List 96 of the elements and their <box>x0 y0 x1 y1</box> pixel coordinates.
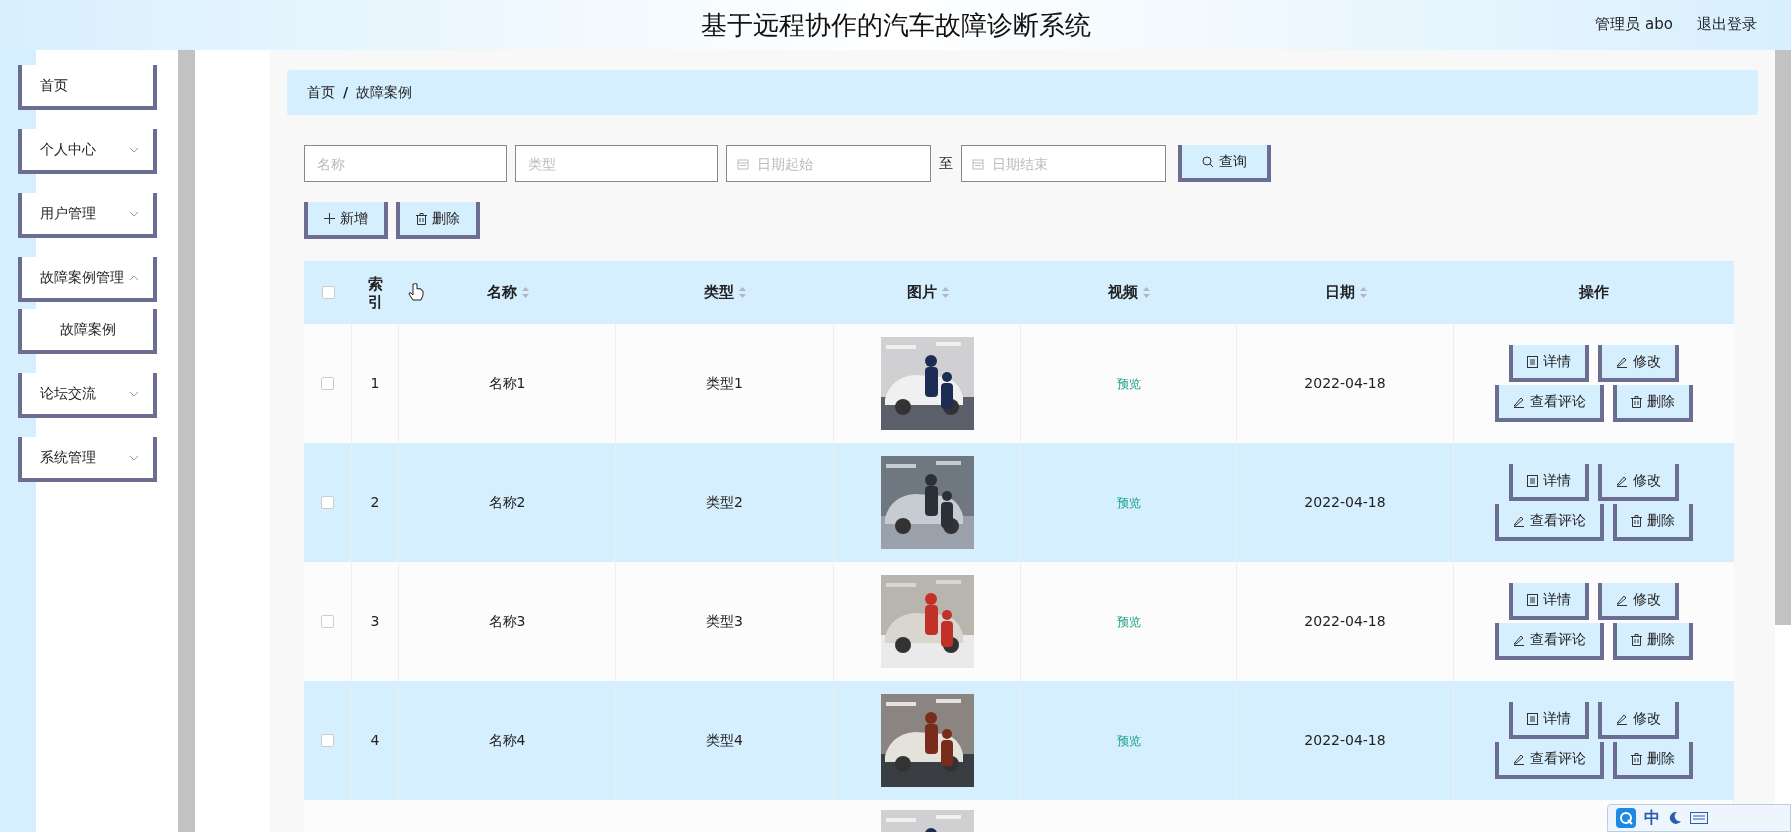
checkbox[interactable] <box>321 286 335 299</box>
chevron-icon <box>129 275 139 281</box>
sidebar-item[interactable]: 个人中心 <box>18 129 157 174</box>
date-field[interactable]: 日期结束 <box>961 145 1166 182</box>
chevron-icon <box>129 455 139 461</box>
table-cell-text: 2022-04-18 <box>1304 374 1386 393</box>
comments-button[interactable]: 查看评论 <box>1495 385 1604 422</box>
pencil-icon <box>1513 514 1525 527</box>
detail-button[interactable]: 详情 <box>1509 464 1589 501</box>
comments-button[interactable]: 查看评论 <box>1495 623 1604 660</box>
range-label: 至 <box>939 154 953 173</box>
table-cell-text: 类型3 <box>706 612 743 631</box>
trash-icon <box>1631 752 1642 765</box>
table-cell-text: 名称3 <box>488 612 526 631</box>
table-cell-text: 2022-04-18 <box>1304 612 1386 631</box>
date-field[interactable]: 日期起始 <box>726 145 931 182</box>
search-icon <box>1202 155 1214 168</box>
checkbox[interactable] <box>321 377 334 390</box>
chevron-icon <box>129 391 139 397</box>
detail-button[interactable]: 详情 <box>1509 583 1589 620</box>
table-cell-text: 1 <box>370 374 380 393</box>
detail-button[interactable]: 详情 <box>1509 702 1589 739</box>
document-icon <box>1527 593 1538 606</box>
breadcrumb-separator: / <box>343 83 349 102</box>
document-icon <box>1527 712 1538 725</box>
delete-button[interactable]: 删除 <box>396 202 480 239</box>
column-header[interactable]: 图片 <box>906 281 937 304</box>
sort-icon[interactable] <box>1143 287 1150 298</box>
checkbox[interactable] <box>321 734 334 747</box>
sidebar-item[interactable]: 首页 <box>18 65 157 110</box>
table-cell-text: 名称2 <box>488 493 526 512</box>
sidebar-item[interactable]: 故障案例管理 <box>18 257 157 302</box>
trash-icon <box>1631 514 1642 527</box>
table-cell-text: 2 <box>370 493 380 512</box>
column-header[interactable]: 名称 <box>486 281 517 304</box>
pencil-icon <box>1513 633 1525 646</box>
logout-link[interactable]: 退出登录 <box>1697 13 1757 36</box>
checkbox[interactable] <box>321 615 334 628</box>
document-icon <box>1527 355 1538 368</box>
pencil-icon <box>1616 712 1628 725</box>
add-button[interactable]: 新增 <box>304 202 388 239</box>
sidebar-item[interactable]: 系统管理 <box>18 437 157 482</box>
edit-button[interactable]: 修改 <box>1598 464 1679 501</box>
trash-icon <box>416 212 427 225</box>
table-cell-text: 4 <box>370 731 380 750</box>
trash-icon <box>1631 395 1642 408</box>
user-label: 管理员 abo <box>1595 14 1673 35</box>
sort-icon[interactable] <box>521 287 529 298</box>
breadcrumb-item: 故障案例 <box>356 83 413 102</box>
chevron-icon <box>129 147 139 153</box>
sidebar-subitem[interactable]: 故障案例 <box>18 309 157 354</box>
checkbox[interactable] <box>321 496 334 509</box>
table-cell-text: 类型4 <box>706 731 743 750</box>
delete-button[interactable]: 删除 <box>1613 504 1693 541</box>
delete-button[interactable]: 删除 <box>1613 623 1693 660</box>
pencil-icon <box>1616 474 1628 487</box>
sort-icon[interactable] <box>739 287 746 298</box>
table-cell-text: 2022-04-18 <box>1304 731 1386 750</box>
table-cell-text: 名称4 <box>488 731 526 750</box>
input-field[interactable]: 名称 <box>304 145 507 182</box>
sidebar-item[interactable]: 用户管理 <box>18 193 157 238</box>
pencil-icon <box>1513 752 1525 765</box>
sort-icon[interactable] <box>1359 287 1367 298</box>
table-cell-text: 2022-04-18 <box>1304 493 1386 512</box>
scrollbar[interactable] <box>178 50 195 832</box>
comments-button[interactable]: 查看评论 <box>1495 504 1604 541</box>
column-header: 索引 <box>368 274 383 311</box>
table-cell-text: 3 <box>370 612 380 631</box>
search-button[interactable]: 查询 <box>1178 145 1271 182</box>
table-cell-text: 类型1 <box>706 374 743 393</box>
document-icon <box>1527 474 1538 487</box>
column-header[interactable]: 视频 <box>1108 281 1138 304</box>
plus-icon <box>324 213 335 224</box>
table-cell-text: 类型2 <box>706 493 743 512</box>
column-header[interactable]: 日期 <box>1324 281 1355 304</box>
pencil-icon <box>1616 593 1628 606</box>
edit-button[interactable]: 修改 <box>1598 583 1679 620</box>
delete-button[interactable]: 删除 <box>1613 742 1693 779</box>
sort-icon[interactable] <box>941 287 949 298</box>
sidebar-item[interactable]: 论坛交流 <box>18 373 157 418</box>
breadcrumb-item[interactable]: 首页 <box>307 82 335 103</box>
trash-icon <box>1631 633 1642 646</box>
column-header[interactable]: 类型 <box>704 281 734 304</box>
comments-button[interactable]: 查看评论 <box>1495 742 1604 779</box>
scrollbar[interactable] <box>1775 50 1791 625</box>
table-cell-text: 名称1 <box>488 374 526 393</box>
edit-button[interactable]: 修改 <box>1598 702 1679 739</box>
column-header: 操作 <box>1579 282 1609 304</box>
input-field[interactable]: 类型 <box>515 145 718 182</box>
pencil-icon <box>1513 395 1525 408</box>
delete-button[interactable]: 删除 <box>1613 385 1693 422</box>
pencil-icon <box>1616 355 1628 368</box>
chevron-icon <box>129 211 139 217</box>
app-title: 基于远程协作的汽车故障诊断系统 <box>700 8 1091 42</box>
detail-button[interactable]: 详情 <box>1509 345 1589 382</box>
edit-button[interactable]: 修改 <box>1598 345 1679 382</box>
